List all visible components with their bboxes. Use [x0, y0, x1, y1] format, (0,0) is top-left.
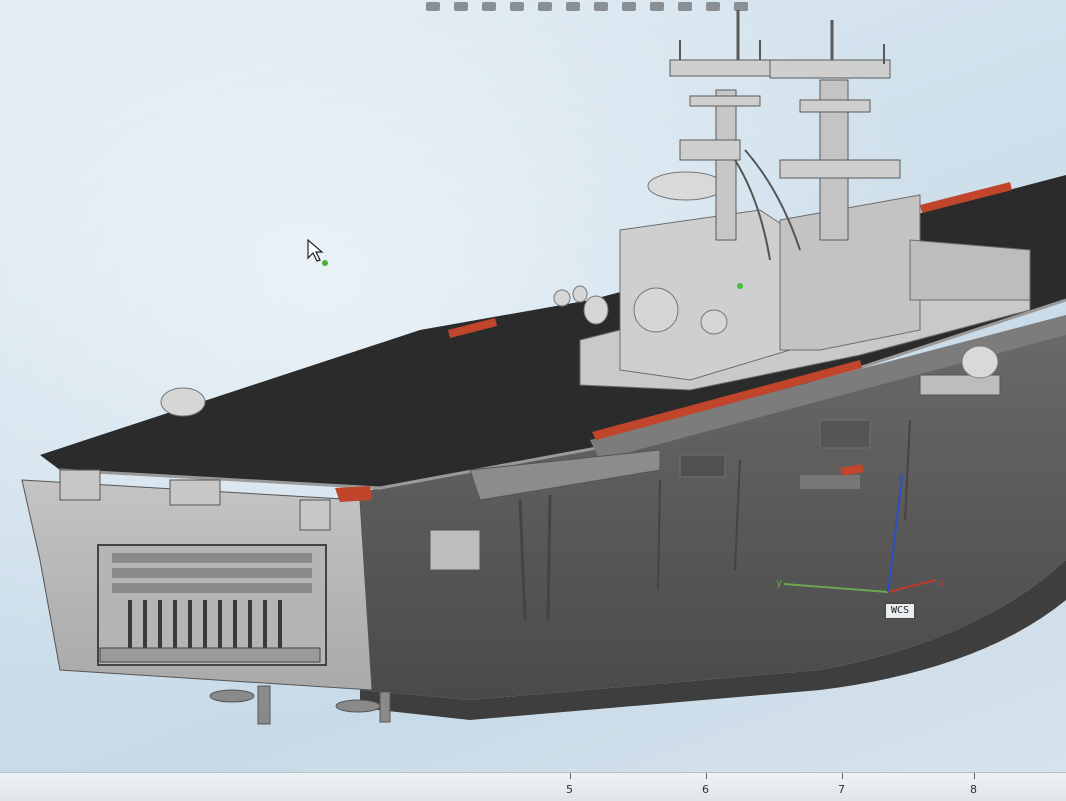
stern-structure [299, 499, 331, 531]
ship-model[interactable] [0, 0, 1066, 800]
cursor-indicator-icon [322, 260, 328, 266]
aft-mast [669, 10, 781, 241]
radome [633, 287, 679, 333]
radome [961, 345, 999, 379]
axis-z-label: z [898, 472, 905, 483]
radome [583, 295, 609, 325]
hull-strut [546, 494, 552, 621]
side-sponson [919, 374, 1001, 396]
mouse-cursor-icon [307, 238, 324, 262]
radome [647, 171, 725, 201]
hull-opening [679, 454, 726, 478]
stern-structure [59, 469, 101, 501]
axis-y-label: y [776, 578, 783, 589]
island-block [909, 239, 1031, 301]
selection-marker [737, 283, 743, 289]
hull-opening [800, 475, 860, 489]
ruler-label: 7 [838, 783, 845, 796]
ruler-label: 5 [566, 783, 573, 796]
radome [160, 387, 206, 417]
wcs-label: WCS [885, 603, 915, 619]
side-sponson [429, 529, 481, 571]
radome [700, 309, 728, 335]
radome [572, 285, 588, 303]
ruler-label: 6 [702, 783, 709, 796]
island-block [779, 194, 921, 351]
ruler: 5 6 7 8 [0, 772, 1066, 801]
stern-structure [169, 479, 221, 506]
hull-opening [819, 419, 871, 449]
stern-marking [335, 486, 372, 502]
stern-lower-panel [99, 647, 321, 663]
axis-x-label: x [938, 578, 945, 589]
radome [553, 289, 571, 307]
3d-viewport[interactable]: x y z WCS 5 6 7 8 [0, 0, 1066, 801]
well-deck-gate-grille [112, 553, 312, 593]
ruler-label: 8 [970, 783, 977, 796]
